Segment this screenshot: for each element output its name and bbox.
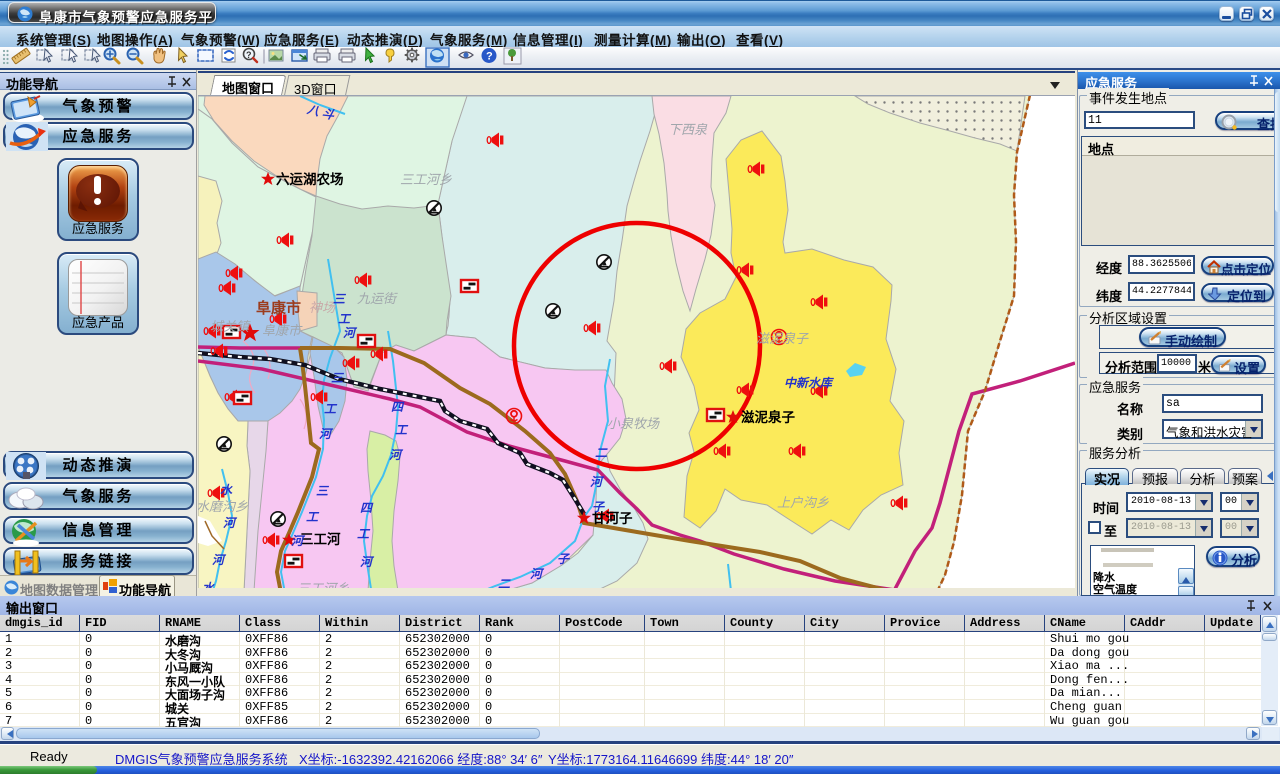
svg-text:城关镇: 城关镇 bbox=[210, 319, 251, 334]
svg-text:二: 二 bbox=[498, 577, 511, 588]
svg-text:工: 工 bbox=[395, 423, 409, 437]
svg-text:工: 工 bbox=[306, 510, 320, 524]
svg-text:三: 三 bbox=[331, 371, 345, 385]
svg-text:三: 三 bbox=[333, 292, 347, 306]
svg-text:四: 四 bbox=[360, 501, 374, 515]
svg-text:水磨沟乡: 水磨沟乡 bbox=[198, 499, 248, 514]
svg-text:工: 工 bbox=[338, 312, 352, 326]
svg-text:工: 工 bbox=[324, 402, 338, 416]
svg-text:三工河: 三工河 bbox=[300, 531, 341, 547]
svg-text:?: ? bbox=[246, 50, 252, 60]
svg-text:工: 工 bbox=[357, 527, 371, 541]
svg-text:滋泥泉子: 滋泥泉子 bbox=[756, 331, 809, 346]
svg-text:三工河乡: 三工河乡 bbox=[297, 581, 349, 588]
svg-text:子: 子 bbox=[557, 552, 571, 566]
svg-text:九运街: 九运街 bbox=[357, 291, 398, 306]
svg-text:?: ? bbox=[486, 51, 493, 63]
svg-text:水: 水 bbox=[202, 581, 215, 588]
svg-text:下西泉: 下西泉 bbox=[668, 122, 708, 137]
svg-text:阜康市: 阜康市 bbox=[256, 299, 301, 317]
svg-text:三工河乡: 三工河乡 bbox=[400, 172, 452, 187]
svg-text:四: 四 bbox=[391, 400, 405, 414]
svg-text:滋泥泉子: 滋泥泉子 bbox=[741, 409, 795, 425]
svg-text:六运湖农场: 六运湖农场 bbox=[276, 171, 344, 187]
svg-text:上户沟乡: 上户沟乡 bbox=[777, 495, 829, 510]
svg-text:三: 三 bbox=[316, 484, 330, 498]
svg-text:阜康市: 阜康市 bbox=[262, 323, 303, 338]
svg-text:水: 水 bbox=[220, 483, 233, 497]
svg-text:中新水库: 中新水库 bbox=[784, 376, 834, 390]
svg-text:子: 子 bbox=[592, 500, 606, 514]
svg-text:二: 二 bbox=[595, 446, 608, 460]
svg-text:神场: 神场 bbox=[309, 300, 336, 315]
svg-text:小泉牧场: 小泉牧场 bbox=[607, 416, 660, 431]
